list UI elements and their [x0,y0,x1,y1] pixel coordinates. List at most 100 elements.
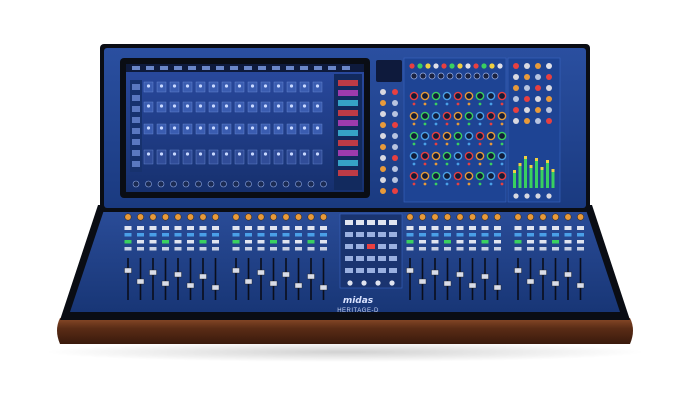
side-panel-tile [338,170,358,176]
side-panel-tile [338,120,358,126]
screen-bottom-knob [220,180,227,188]
fader-track [164,258,167,300]
button-icon [535,107,541,113]
screen-knob [159,152,164,156]
knob-icon [481,213,489,221]
fader-track [496,258,499,300]
screen-channel-cell [260,149,271,165]
button-icon [174,233,182,237]
led-indicator [489,122,493,126]
knob-icon [442,111,452,121]
screen-knob [172,104,177,108]
button-icon [257,240,265,244]
screen-left-button [132,106,140,112]
button-icon [546,63,552,69]
button-icon [524,63,530,69]
button-icon [392,166,398,172]
led-indicator [457,63,463,69]
button-icon [392,122,398,128]
knob-icon [482,72,490,80]
led-indicator [489,63,495,69]
knob-icon [464,171,474,181]
side-panel-tile [338,80,358,86]
led-indicator [500,142,504,146]
screen-knob [237,104,242,108]
button-icon [380,89,386,95]
toolbar-icon [188,66,196,70]
button-icon [535,193,541,199]
knob-icon [149,213,157,221]
button-icon [577,226,584,230]
button-icon [539,247,547,251]
button-icon [199,240,207,244]
fader-icon [468,282,477,289]
screen-channel-cell [169,149,180,165]
button-icon [469,226,476,230]
screen-bottom-knob [207,180,215,188]
fader-icon [526,278,535,285]
knob-icon [419,72,427,80]
screen-knob [302,104,307,108]
button-icon [513,74,519,80]
floor-shadow [45,342,645,362]
led-indicator [412,142,416,146]
button-icon [524,107,530,113]
fader-track [434,258,436,300]
knob-icon [409,111,419,121]
screen-knob [237,126,242,130]
knob-icon [442,131,452,141]
button-icon [444,226,451,230]
button-icon [257,233,265,237]
screen-knob [289,84,294,88]
button-icon [539,233,547,237]
knob-icon [497,131,507,141]
button-icon [270,240,277,244]
button-icon [356,232,364,237]
led-indicator [412,162,416,166]
fader-icon [539,269,547,276]
toolbar-icon [202,66,210,70]
screen-knob [302,126,307,130]
screen-left-button [132,84,140,90]
knob-icon [444,213,451,221]
screen-knob [276,84,281,88]
fader-track [409,258,411,300]
screen-knob [198,104,203,108]
screen-bottom-knob [232,180,240,188]
meter-icon [524,156,527,188]
screen-knob [289,152,294,156]
led-indicator [434,182,438,186]
screen-knob [198,126,203,130]
button-icon [419,226,426,230]
screen-knob [146,84,151,88]
screen-channel-cell [312,149,323,165]
button-icon [535,74,541,80]
knob-icon [539,213,547,221]
fader-track [471,258,474,300]
knob-icon [137,213,144,221]
screen-knob [159,84,164,88]
fader-icon [551,280,560,287]
button-icon [375,280,381,286]
button-icon [380,111,386,117]
screen-channel-cell [195,149,206,165]
button-icon [307,226,315,230]
button-icon [295,247,302,251]
knob-icon [475,151,485,161]
button-icon [212,226,219,230]
knob-icon [453,171,463,181]
side-panel-tile [338,150,358,156]
screen-knob [185,84,190,88]
knob-icon [446,72,454,80]
knob-icon [282,213,290,221]
knob-icon [295,213,302,221]
button-icon [389,220,397,225]
brand-logo: midas [343,296,374,306]
button-icon [232,240,240,244]
knob-icon [475,91,485,101]
button-icon [245,247,252,251]
button-icon [456,247,464,251]
button-icon [245,233,252,237]
knob-icon [162,213,169,221]
knob-icon [320,213,327,221]
